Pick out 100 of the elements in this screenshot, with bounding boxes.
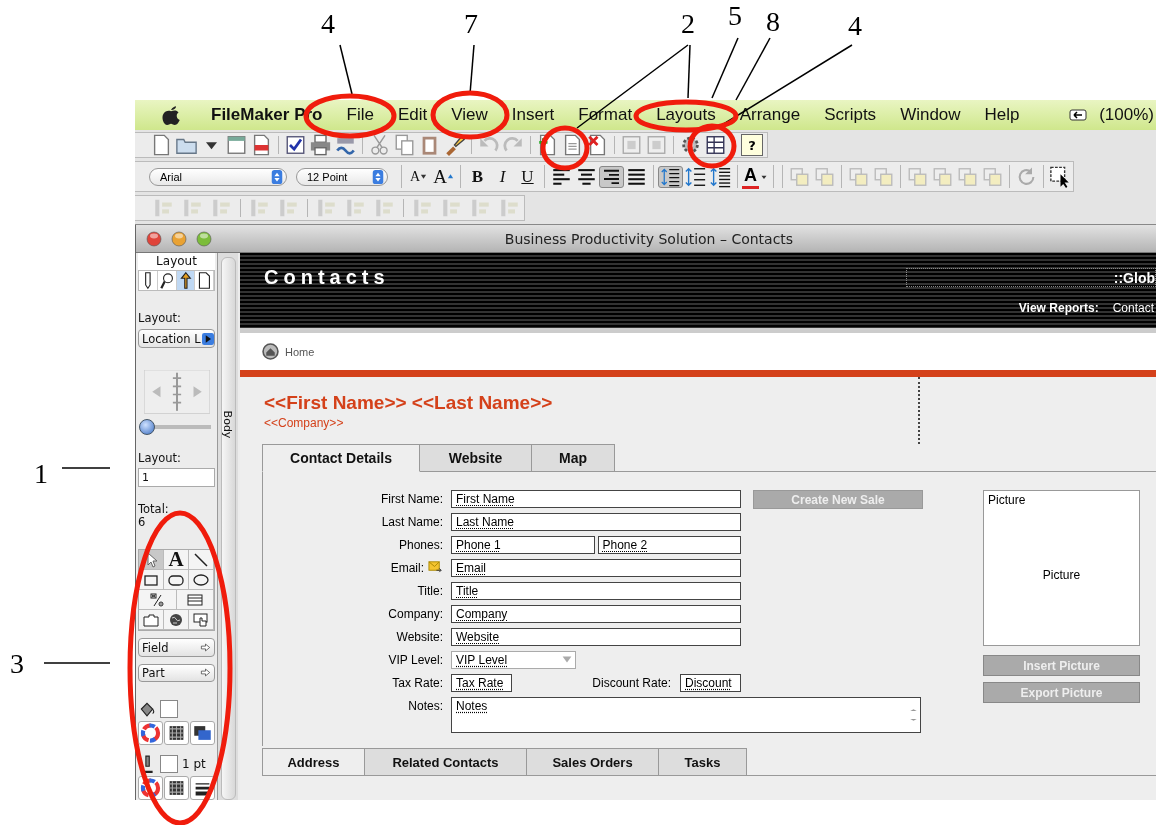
pattern-icon[interactable] [164,721,189,745]
input-field[interactable]: Title [451,582,741,600]
tab[interactable]: Tasks [659,748,747,775]
underline-button[interactable]: U [515,165,540,188]
color-wheel-icon[interactable] [138,721,163,745]
menu-item[interactable]: Help [984,105,1020,125]
line-width: 1 pt [182,757,206,771]
tab[interactable]: Map [532,444,615,472]
callout-number: 3 [10,650,24,678]
record-subtitle: <<Company>> [264,416,345,430]
menu-button[interactable]: Field [138,638,215,657]
apple-icon[interactable] [161,105,181,125]
align-right-icon[interactable] [599,165,624,188]
tab[interactable]: Address [262,748,365,775]
field-label: Discount Rate: [592,675,671,692]
zoom-icon[interactable] [196,230,212,247]
input-field[interactable]: Company [451,605,741,623]
layout-label: Layout: [138,311,182,325]
field-label: VIP Level: [388,652,443,669]
breadcrumb-link[interactable]: Home [285,345,315,358]
portal-tool-icon[interactable] [186,591,203,608]
reports-label: View Reports: [1018,301,1099,315]
picture-field[interactable]: Picture Picture [983,490,1140,646]
global-field[interactable]: ::Glob [906,267,1156,287]
line-tool-icon[interactable] [193,551,209,568]
layout-number-field[interactable]: 1 [138,468,215,488]
slider-thumb[interactable] [139,418,156,435]
globe-icon[interactable] [168,611,184,628]
bold-button[interactable]: B [465,165,490,188]
text-color-button[interactable]: A [742,164,759,189]
home-icon[interactable] [262,343,279,360]
input-field[interactable]: Phone 1 [451,536,595,554]
magnifier-icon[interactable] [157,271,177,290]
input-field[interactable]: Last Name [451,513,741,531]
paint-bucket-icon[interactable] [138,700,156,718]
input-field[interactable]: Tax Rate [451,674,512,692]
menu-item[interactable]: Arrange [739,105,801,125]
oval-tool-icon[interactable] [193,571,209,588]
tab[interactable]: Website [420,444,532,472]
tab[interactable]: Sales Orders [527,748,659,775]
field-label: Title: [417,583,443,600]
stepper-icon [371,169,385,184]
mode-title: Layout [138,253,215,270]
double-spacing-icon[interactable] [708,165,733,188]
menu-item[interactable]: Edit [397,105,428,125]
field-control-tool-icon[interactable] [149,591,166,608]
callout-number: 2 [681,10,695,38]
layout-number-label: Layout: [138,451,182,466]
tab[interactable]: Related Contacts [365,748,527,775]
size-dropdown[interactable]: 12 Point [296,167,388,186]
layout-menu[interactable]: Location L [138,329,215,349]
italic-button[interactable]: I [490,165,515,188]
menu-item[interactable]: Window [900,105,961,125]
font-dropdown[interactable]: Arial [149,167,287,186]
larger-text-button[interactable]: A [431,165,456,188]
menu-item[interactable]: Layouts [656,105,716,125]
menu-item[interactable]: View [451,105,488,125]
stepper-icon [270,169,284,184]
minimize-icon[interactable] [171,230,187,247]
menu-item[interactable]: Scripts [824,105,877,125]
window-title: Business Productivity Solution – Contacts [503,230,795,247]
line-spacing-icon[interactable] [683,165,708,188]
tab[interactable]: Contact Details [262,444,420,472]
report-link[interactable]: Contact [1112,301,1154,315]
field-label: First Name: [381,491,443,508]
font-size: 12 Point [307,170,348,183]
field-label: Email: [390,560,424,577]
callout-number: 5 [728,2,742,30]
picture-caption: Picture [988,493,1027,507]
pattern-icon[interactable] [164,776,189,800]
envelope-icon[interactable] [428,559,443,574]
input-field[interactable]: Email [451,559,741,577]
notes-value: Notes [456,698,488,715]
menu-button[interactable]: Part [138,663,215,682]
single-spacing-icon[interactable] [658,165,683,188]
input-field[interactable]: Phone 2 [597,536,741,554]
part-label: Body [221,410,235,439]
leader-line [61,467,111,469]
close-icon[interactable] [146,230,162,247]
notes-field[interactable]: Notes [451,697,921,733]
help-button[interactable]: ? [741,134,763,156]
smaller-text-button[interactable]: A [406,165,431,188]
callout-number: 8 [766,8,780,36]
callout-number: 4 [321,10,335,38]
field-label: Notes: [408,698,443,715]
highlight-oval [540,125,590,171]
printer-icon[interactable] [308,134,333,156]
effects-icon[interactable] [190,721,215,745]
tab-control-tool-icon[interactable] [143,611,159,628]
input-field[interactable]: First Name [451,490,741,508]
record-title: <<First Name>> <<Last Name>> [264,392,554,414]
input-field[interactable]: Website [451,628,741,646]
menu-item[interactable]: Insert [511,105,555,125]
input-field[interactable]: Discount [680,674,741,692]
dropdown-field[interactable]: VIP Level [451,651,576,669]
hand-icon[interactable] [193,611,209,628]
line-color-swatch[interactable] [160,755,178,773]
fill-color-swatch[interactable] [160,700,178,718]
text-tool[interactable]: A [164,550,189,571]
menu-item[interactable]: File [346,105,374,125]
